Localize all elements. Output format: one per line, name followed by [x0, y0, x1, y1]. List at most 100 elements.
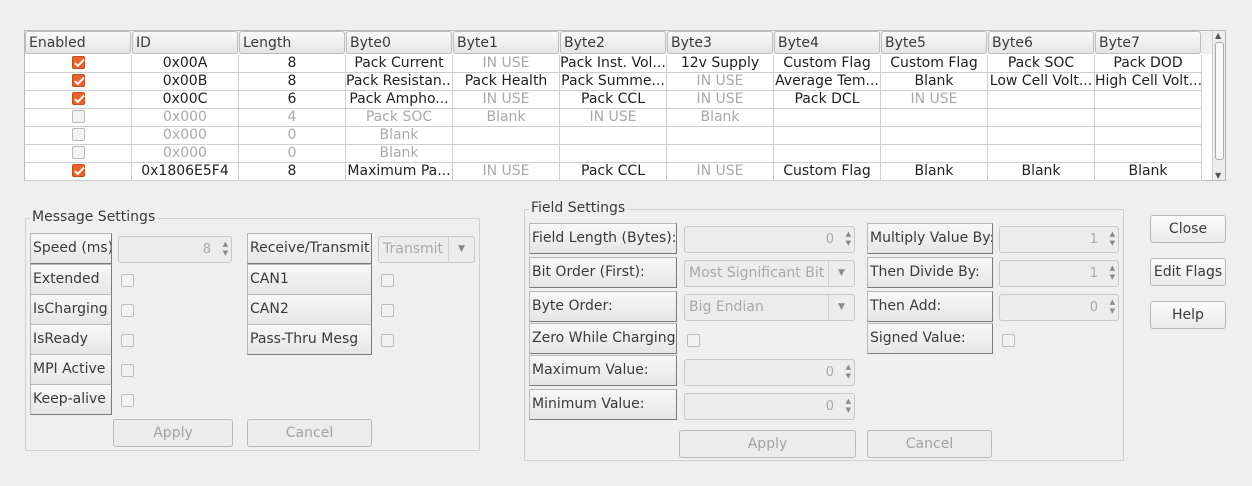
scrollbar-thumb[interactable]	[1215, 42, 1224, 160]
byte0-cell[interactable]: Pack Ampho...	[346, 91, 453, 109]
byte7-cell[interactable]: High Cell Volt...	[1095, 73, 1202, 91]
length-cell[interactable]: 0	[239, 127, 346, 145]
byte5-cell[interactable]	[881, 145, 988, 163]
enabled-cell[interactable]	[25, 127, 132, 145]
byte4-cell[interactable]: Pack DCL	[774, 91, 881, 109]
isready-checkbox[interactable]	[121, 334, 134, 347]
message-cancel-button[interactable]: Cancel	[247, 419, 372, 447]
byte7-cell[interactable]	[1095, 145, 1202, 163]
checked-checkbox-icon[interactable]	[71, 55, 85, 69]
dropdown-arrow-icon[interactable]: ▼	[448, 237, 474, 262]
byte3-cell[interactable]	[667, 145, 774, 163]
byte1-cell[interactable]: IN USE	[453, 91, 560, 109]
unchecked-checkbox-icon[interactable]	[71, 145, 85, 159]
byte6-cell[interactable]: Pack SOC	[988, 55, 1095, 73]
field-cancel-button[interactable]: Cancel	[867, 430, 992, 458]
byte2-cell[interactable]: Pack CCL	[560, 163, 667, 181]
byte0-cell[interactable]: Blank	[346, 127, 453, 145]
column-header-length[interactable]: Length	[239, 31, 345, 54]
spin-arrows-icon[interactable]: ▲ ▼	[846, 230, 851, 248]
enabled-cell[interactable]	[25, 91, 132, 109]
table-row[interactable]: 0x00B 8 Pack Resistan... Pack Health Pack Su…	[25, 73, 1213, 91]
unchecked-checkbox-icon[interactable]	[71, 127, 85, 141]
column-header-byte1[interactable]: Byte1	[453, 31, 559, 54]
pass-thru-checkbox[interactable]	[381, 334, 394, 347]
spin-arrows-icon[interactable]: ▲ ▼	[1110, 264, 1115, 282]
enabled-cell[interactable]	[25, 109, 132, 127]
checked-checkbox-icon[interactable]	[71, 91, 85, 105]
column-header-id[interactable]: ID	[132, 31, 238, 54]
help-button[interactable]: Help	[1150, 301, 1226, 329]
spin-arrows-icon[interactable]: ▲ ▼	[846, 363, 851, 381]
byte0-cell[interactable]: Pack Resistan...	[346, 73, 453, 91]
byte3-cell[interactable]: IN USE	[667, 163, 774, 181]
receive-transmit-combo[interactable]: Transmit ▼	[378, 236, 475, 263]
add-spinbox[interactable]: 0 ▲ ▼	[999, 294, 1119, 321]
byte2-cell[interactable]: Pack Summe...	[560, 73, 667, 91]
checked-checkbox-icon[interactable]	[71, 163, 85, 177]
column-header-byte4[interactable]: Byte4	[774, 31, 880, 54]
speed-spinbox[interactable]: 8 ▲ ▼	[118, 236, 232, 263]
id-cell[interactable]: 0x00C	[132, 91, 239, 109]
byte6-cell[interactable]: Low Cell Volt...	[988, 73, 1095, 91]
byte2-cell[interactable]: IN USE	[560, 109, 667, 127]
bit-order-combo[interactable]: Most Significant Bit ▼	[684, 260, 855, 287]
length-cell[interactable]: 8	[239, 55, 346, 73]
byte6-cell[interactable]: Blank	[988, 163, 1095, 181]
column-header-byte6[interactable]: Byte6	[988, 31, 1094, 54]
byte1-cell[interactable]: Pack Health	[453, 73, 560, 91]
byte4-cell[interactable]: Custom Flag	[774, 163, 881, 181]
byte5-cell[interactable]	[881, 109, 988, 127]
spin-arrows-icon[interactable]: ▲ ▼	[1110, 230, 1115, 248]
byte-order-combo[interactable]: Big Endian ▼	[684, 294, 855, 321]
length-cell[interactable]: 4	[239, 109, 346, 127]
byte5-cell[interactable]: IN USE	[881, 91, 988, 109]
byte2-cell[interactable]	[560, 127, 667, 145]
id-cell[interactable]: 0x000	[132, 127, 239, 145]
keep-alive-checkbox[interactable]	[121, 394, 134, 407]
enabled-cell[interactable]	[25, 145, 132, 163]
minimum-value-spinbox[interactable]: 0 ▲ ▼	[684, 393, 855, 420]
checked-checkbox-icon[interactable]	[71, 73, 85, 87]
length-cell[interactable]: 0	[239, 145, 346, 163]
byte2-cell[interactable]	[560, 145, 667, 163]
enabled-cell[interactable]	[25, 163, 132, 181]
byte4-cell[interactable]	[774, 127, 881, 145]
byte7-cell[interactable]: Pack DOD	[1095, 55, 1202, 73]
table-row[interactable]: 0x00A 8 Pack Current IN USE Pack Inst. Vol..…	[25, 55, 1213, 73]
byte1-cell[interactable]	[453, 127, 560, 145]
byte2-cell[interactable]: Pack Inst. Vol...	[560, 55, 667, 73]
unchecked-checkbox-icon[interactable]	[71, 109, 85, 123]
byte4-cell[interactable]	[774, 145, 881, 163]
scroll-down-arrow-icon[interactable]: ▼	[1215, 171, 1221, 180]
table-row[interactable]: 0x000 0 Blank	[25, 127, 1213, 145]
mpi-active-checkbox[interactable]	[121, 364, 134, 377]
dropdown-arrow-icon[interactable]: ▼	[828, 261, 854, 286]
table-row[interactable]: 0x00C 6 Pack Ampho... IN USE Pack CCL IN USE P…	[25, 91, 1213, 109]
spin-arrows-icon[interactable]: ▲ ▼	[1110, 298, 1115, 316]
spin-arrows-icon[interactable]: ▲ ▼	[223, 240, 228, 258]
byte4-cell[interactable]	[774, 109, 881, 127]
message-apply-button[interactable]: Apply	[113, 419, 233, 447]
byte3-cell[interactable]	[667, 127, 774, 145]
byte3-cell[interactable]: Blank	[667, 109, 774, 127]
edit-flags-button[interactable]: Edit Flags	[1150, 258, 1226, 286]
id-cell[interactable]: 0x00A	[132, 55, 239, 73]
byte4-cell[interactable]: Average Tem...	[774, 73, 881, 91]
column-header-byte3[interactable]: Byte3	[667, 31, 773, 54]
table-vertical-scrollbar[interactable]: ▲ ▼	[1212, 31, 1225, 180]
byte0-cell[interactable]: Pack SOC	[346, 109, 453, 127]
column-header-byte2[interactable]: Byte2	[560, 31, 666, 54]
multiply-spinbox[interactable]: 1 ▲ ▼	[999, 226, 1119, 253]
scroll-up-arrow-icon[interactable]: ▲	[1215, 31, 1221, 40]
id-cell[interactable]: 0x00B	[132, 73, 239, 91]
byte1-cell[interactable]: IN USE	[453, 55, 560, 73]
byte5-cell[interactable]: Blank	[881, 73, 988, 91]
column-header-byte5[interactable]: Byte5	[881, 31, 987, 54]
byte7-cell[interactable]	[1095, 109, 1202, 127]
can2-checkbox[interactable]	[381, 304, 394, 317]
byte6-cell[interactable]	[988, 91, 1095, 109]
byte0-cell[interactable]: Pack Current	[346, 55, 453, 73]
byte6-cell[interactable]	[988, 109, 1095, 127]
id-cell[interactable]: 0x000	[132, 145, 239, 163]
